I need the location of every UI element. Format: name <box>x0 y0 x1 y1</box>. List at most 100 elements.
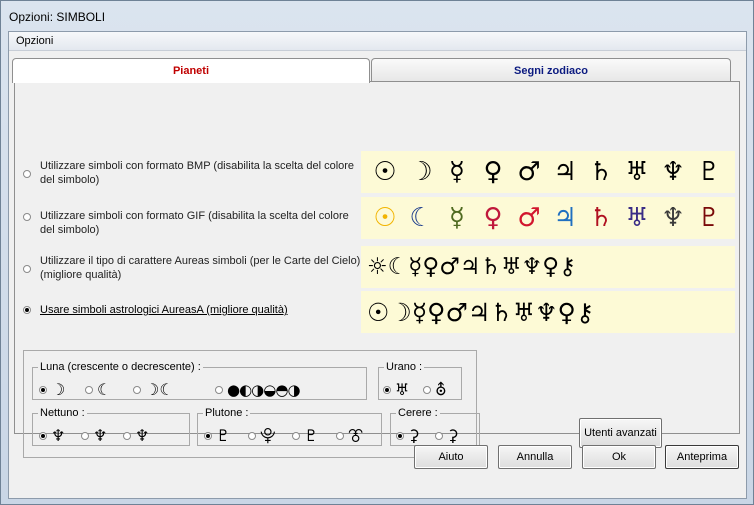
pluto-orb-icon: ⯔ <box>348 426 364 445</box>
plutone-choice-1-radio[interactable] <box>204 432 212 440</box>
moon-double-icon: ☽☾ <box>145 380 174 399</box>
luna-choice-2[interactable]: ☾ <box>85 381 111 399</box>
pluto-icon: ♇ <box>697 203 721 233</box>
saturn-icon: ♄ <box>589 203 613 233</box>
uranus-icon: ♅ <box>395 380 410 399</box>
tab-segni-zodiaco[interactable]: Segni zodiaco <box>371 58 731 82</box>
urano-choice-2-radio[interactable] <box>423 386 431 394</box>
jupiter-icon: ♃ <box>553 203 577 233</box>
option-aureasa-radio[interactable] <box>23 306 31 314</box>
option-gif-label: Utilizzare simboli con formato GIF (disa… <box>40 210 349 236</box>
options-window: Opzioni: SIMBOLI Opzioni Pianeti Segni z… <box>0 0 754 505</box>
help-button[interactable]: Aiuto <box>414 445 488 469</box>
neptune-icon: ♆ <box>661 203 685 233</box>
cerere-group: Cerere : ⚳ ⚳ <box>390 407 480 446</box>
symbol-variants-frame: Luna (crescente o decrescente) : ☽ ☾ ☽☾ <box>23 350 480 458</box>
menu-opzioni[interactable]: Opzioni <box>16 35 53 47</box>
option-aureas-font-radio[interactable] <box>23 265 31 273</box>
luna-choice-4-radio[interactable] <box>215 386 223 394</box>
sun-icon: ☉ <box>373 203 397 233</box>
neptune-alt2-icon: ♆ <box>135 426 150 445</box>
cerere-choice-2-radio[interactable] <box>435 432 443 440</box>
cerere-choice-1[interactable]: ⚳ <box>396 427 420 445</box>
jupiter-icon: ♃ <box>553 157 577 187</box>
plutone-group: Plutone : ♇ ⯓ ♇ ⯔ <box>197 407 382 446</box>
plutone-choice-4-radio[interactable] <box>336 432 344 440</box>
plutone-choice-1[interactable]: ♇ <box>204 427 230 445</box>
plutone-choice-2-radio[interactable] <box>248 432 256 440</box>
neptune-alt-icon: ♆ <box>93 426 108 445</box>
uranus-alt-icon: ⛢ <box>435 380 447 399</box>
ok-button[interactable]: Ok <box>582 445 656 469</box>
pluto-pl-icon: ♇ <box>304 426 319 445</box>
nettuno-choice-2[interactable]: ♆ <box>81 427 107 445</box>
venus-icon: ♀ <box>483 157 503 187</box>
window-title: Opzioni: SIMBOLI <box>9 10 106 24</box>
cerere-group-title: Cerere : <box>396 407 440 419</box>
cancel-button[interactable]: Annulla <box>498 445 572 469</box>
nettuno-choice-3[interactable]: ♆ <box>123 427 149 445</box>
sun-icon: ☉ <box>373 157 397 187</box>
uranus-icon: ♅ <box>625 203 649 233</box>
tab-panel-pianeti: Utilizzare simboli con formato BMP (disa… <box>14 81 740 458</box>
gif-symbol-preview: ☉ ☾ ☿ ♀ ♂ ♃ ♄ ♅ ♆ ♇ <box>361 197 735 239</box>
luna-choice-3[interactable]: ☽☾ <box>133 381 174 399</box>
luna-group: Luna (crescente o decrescente) : ☽ ☾ ☽☾ <box>32 361 367 400</box>
mars-icon: ♂ <box>517 157 541 187</box>
urano-group-title: Urano : <box>384 361 425 373</box>
bmp-symbol-preview: ☉ ☽ ☿ ♀ ♂ ♃ ♄ ♅ ♆ ♇ <box>361 151 735 193</box>
cerere-choice-2[interactable]: ⚳ <box>435 427 459 445</box>
plutone-choice-4[interactable]: ⯔ <box>336 427 363 445</box>
saturn-icon: ♄ <box>589 157 613 187</box>
plutone-choice-3[interactable]: ♇ <box>292 427 318 445</box>
ceres-alt-icon: ⚳ <box>447 426 459 445</box>
mercury-icon: ☿ <box>449 203 465 233</box>
option-aureasa-label: Usare simboli astrologici AureasA (migli… <box>40 304 288 316</box>
aureasa-symbol-preview: ☉☽☿♀♂♃♄♅♆♀⚷ <box>361 291 735 333</box>
urano-group: Urano : ♅ ⛢ <box>378 361 462 400</box>
uranus-icon: ♅ <box>625 157 649 187</box>
cerere-choice-1-radio[interactable] <box>396 432 404 440</box>
nettuno-choice-2-radio[interactable] <box>81 432 89 440</box>
nettuno-group: Nettuno : ♆ ♆ ♆ <box>32 407 190 446</box>
luna-choice-1-radio[interactable] <box>39 386 47 394</box>
nettuno-group-title: Nettuno : <box>38 407 87 419</box>
menu-bar: Opzioni <box>9 32 746 51</box>
pluto-alt-icon: ⯓ <box>260 426 276 445</box>
luna-choice-4[interactable]: ●◐◑◒◓◑ <box>215 381 301 399</box>
nettuno-choice-1[interactable]: ♆ <box>39 427 65 445</box>
option-aureas-font-label: Utilizzare il tipo di carattere Aureas s… <box>40 255 361 281</box>
moon-crescent-icon: ☽ <box>51 380 66 399</box>
nettuno-choice-1-radio[interactable] <box>39 432 47 440</box>
option-gif-radio[interactable] <box>23 213 31 221</box>
preview-button[interactable]: Anteprima <box>665 445 739 469</box>
plutone-group-title: Plutone : <box>203 407 251 419</box>
moon-waning-icon: ☾ <box>97 380 112 399</box>
nettuno-choice-3-radio[interactable] <box>123 432 131 440</box>
option-bmp-label: Utilizzare simboli con formato BMP (disa… <box>40 160 355 186</box>
aureas-planet-symbols: ☼☾☿♀♂♃♄♅♆♀⚷ <box>367 254 576 280</box>
window-client-area: Opzioni Pianeti Segni zodiaco Utilizzare… <box>8 31 747 499</box>
urano-choice-1[interactable]: ♅ <box>383 381 409 399</box>
aureasa-planet-symbols: ☉☽☿♀♂♃♄♅♆♀⚷ <box>367 297 595 327</box>
aureas-symbol-preview: ☼☾☿♀♂♃♄♅♆♀⚷ <box>361 246 735 288</box>
pluto-icon: ♇ <box>216 426 231 445</box>
urano-choice-1-radio[interactable] <box>383 386 391 394</box>
advanced-users-button[interactable]: Utenti avanzati <box>579 418 662 448</box>
mercury-icon: ☿ <box>449 157 465 187</box>
ceres-icon: ⚳ <box>408 426 420 445</box>
tab-pianeti[interactable]: Pianeti <box>12 58 370 83</box>
luna-choice-2-radio[interactable] <box>85 386 93 394</box>
luna-group-title: Luna (crescente o decrescente) : <box>38 361 203 373</box>
urano-choice-2[interactable]: ⛢ <box>423 381 447 399</box>
neptune-icon: ♆ <box>661 157 685 187</box>
moon-phases-icon: ●◐◑◒◓◑ <box>227 381 301 399</box>
luna-choice-1[interactable]: ☽ <box>39 381 65 399</box>
plutone-choice-3-radio[interactable] <box>292 432 300 440</box>
option-bmp-radio[interactable] <box>23 170 31 178</box>
venus-icon: ♀ <box>483 203 503 233</box>
mars-icon: ♂ <box>517 203 541 233</box>
luna-choice-3-radio[interactable] <box>133 386 141 394</box>
plutone-choice-2[interactable]: ⯓ <box>248 427 276 445</box>
moon-icon: ☽ <box>409 157 433 187</box>
